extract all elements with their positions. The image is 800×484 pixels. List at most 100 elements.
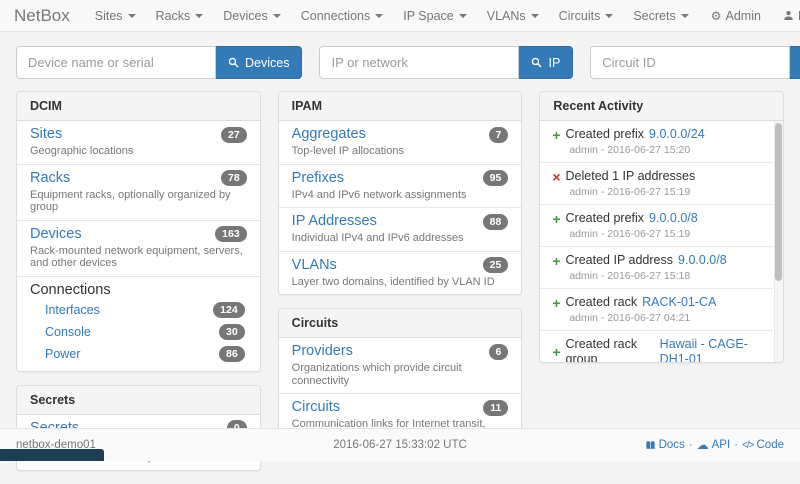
gear-icon: ⚙ (711, 10, 722, 22)
activity-object-link[interactable]: Hawaii - CAGE-DH1-01 (660, 337, 769, 362)
activity-text: Created prefix (566, 127, 645, 142)
nav-menu-ip-space[interactable]: IP Space (394, 3, 476, 29)
device-search-button[interactable]: Devices (216, 46, 302, 79)
list-item: IP Addresses 88 Individual IPv4 and IPv6… (279, 208, 522, 252)
nav-menu-devices[interactable]: Devices (214, 3, 289, 29)
ip-search-button[interactable]: IP (519, 46, 573, 79)
circuit-search-input[interactable] (590, 46, 790, 79)
devices-link[interactable]: Devices (30, 226, 82, 243)
item-description: Layer two domains, identified by VLAN ID (292, 276, 509, 289)
nav-label: Devices (223, 9, 267, 23)
chevron-down-icon (375, 14, 383, 18)
interfaces-link[interactable]: Interfaces (45, 303, 100, 317)
nav-label: Secrets (633, 9, 675, 23)
sites-count-badge: 27 (221, 127, 247, 143)
list-item: Prefixes 95 IPv4 and IPv6 network assign… (279, 165, 522, 209)
activity-object-link[interactable]: 9.0.0.0/24 (649, 127, 705, 142)
user-icon (783, 10, 794, 21)
scrollbar-thumb[interactable] (775, 123, 782, 281)
dashboard-content: DCIM Sites 27 Geographic locations Racks… (0, 91, 800, 484)
item-description: Rack-mounted network equipment, servers,… (30, 245, 247, 270)
activity-text: Created rack group (566, 337, 655, 362)
prefixes-link[interactable]: Prefixes (292, 170, 344, 187)
ip-addresses-link[interactable]: IP Addresses (292, 213, 377, 230)
racks-link[interactable]: Racks (30, 170, 70, 187)
plus-icon: + (552, 255, 560, 267)
nav-menu-connections[interactable]: Connections (292, 3, 393, 29)
activity-item: +Created prefix9.0.0.0/24 admin - 2016-0… (540, 121, 773, 163)
secrets-panel-title: Secrets (17, 386, 260, 415)
aggregates-link[interactable]: Aggregates (292, 126, 366, 143)
activity-meta: admin - 2016-06-27 15:18 (552, 270, 769, 282)
admin-link[interactable]: ⚙ Admin (702, 3, 770, 29)
item-description: IPv4 and IPv6 network assignments (292, 189, 509, 202)
circuits-panel-title: Circuits (279, 309, 522, 338)
admin-label: Admin (726, 9, 761, 23)
activity-meta: admin - 2016-06-27 15:19 (552, 186, 769, 198)
ipam-panel-title: IPAM (279, 92, 522, 121)
activity-item: +Created IP address9.0.0.0/8 admin - 201… (540, 247, 773, 289)
recent-activity-list[interactable]: + Created prefix 9.0.0.0/24 admin - 2016-0… (540, 121, 783, 362)
list-item: VLANs 25 Layer two domains, identified b… (279, 252, 522, 295)
device-search-button-label: Devices (245, 56, 289, 70)
device-search-group: Devices (16, 46, 302, 79)
brand-logo[interactable]: NetBox (14, 6, 70, 26)
power-link[interactable]: Power (45, 347, 80, 361)
scrollbar-track (774, 121, 783, 362)
ip-search-input[interactable] (319, 46, 519, 79)
code-label: Code (757, 439, 785, 451)
device-search-input[interactable] (16, 46, 216, 79)
connections-row: Power 86 (30, 343, 247, 365)
connections-title: Connections (30, 282, 247, 299)
vlans-link[interactable]: VLANs (292, 257, 337, 274)
footer: netbox-demo01 2016-06-27 15:33:02 UTC Do… (0, 428, 800, 461)
racks-count-badge: 78 (221, 170, 247, 186)
activity-object-link[interactable]: 9.0.0.0/8 (649, 211, 698, 226)
chevron-down-icon (128, 14, 136, 18)
connections-row: Console 30 (30, 321, 247, 343)
list-item: Aggregates 7 Top-level IP allocations (279, 121, 522, 165)
search-icon (531, 57, 542, 68)
plus-icon: + (552, 297, 560, 309)
separator: · (734, 439, 738, 451)
list-item: Sites 27 Geographic locations (17, 121, 260, 165)
nav-menu-sites[interactable]: Sites (86, 3, 145, 29)
ip-search-group: IP (319, 46, 573, 79)
circuits-link[interactable]: Circuits (292, 399, 340, 416)
nav-menu-secrets[interactable]: Secrets (624, 3, 697, 29)
dcim-panel: DCIM Sites 27 Geographic locations Racks… (16, 91, 261, 372)
nav-menu-racks[interactable]: Racks (147, 3, 213, 29)
sites-link[interactable]: Sites (30, 126, 62, 143)
nav-label: Racks (156, 9, 191, 23)
activity-meta: admin - 2016-06-27 15:19 (552, 228, 769, 240)
docs-link[interactable]: Docs (645, 439, 685, 451)
profile-link[interactable]: Profile (774, 3, 800, 29)
recent-activity-title: Recent Activity (540, 92, 783, 121)
nav-label: Connections (301, 9, 371, 23)
cloud-icon: ☁ (697, 439, 709, 451)
nav-menu-circuits[interactable]: Circuits (550, 3, 623, 29)
search-icon (228, 57, 239, 68)
activity-text: Created rack (566, 295, 638, 310)
circuit-search-button[interactable]: Circuits (790, 46, 800, 79)
console-link[interactable]: Console (45, 325, 91, 339)
api-link[interactable]: ☁ API (697, 439, 731, 451)
item-description: Organizations which provide circuit conn… (292, 362, 509, 387)
providers-count-badge: 6 (489, 344, 509, 360)
x-icon: × (552, 171, 560, 183)
activity-text: Deleted 1 IP addresses (566, 169, 696, 184)
api-label: API (712, 439, 731, 451)
nav-menu-vlans[interactable]: VLANs (478, 3, 548, 29)
list-item: Racks 78 Equipment racks, optionally org… (17, 165, 260, 221)
chevron-down-icon (531, 14, 539, 18)
providers-link[interactable]: Providers (292, 343, 353, 360)
activity-item: × Deleted 1 IP addresses admin - 2016-06-… (540, 163, 773, 205)
browser-status-bar (0, 449, 104, 461)
item-description: Top-level IP allocations (292, 145, 509, 158)
activity-object-link[interactable]: 9.0.0.0/8 (678, 253, 727, 268)
item-description: Geographic locations (30, 145, 247, 158)
nav-label: Circuits (559, 9, 601, 23)
code-link[interactable]: </> Code (742, 439, 784, 451)
book-icon (645, 440, 656, 451)
activity-object-link[interactable]: RACK-01-CA (642, 295, 716, 310)
